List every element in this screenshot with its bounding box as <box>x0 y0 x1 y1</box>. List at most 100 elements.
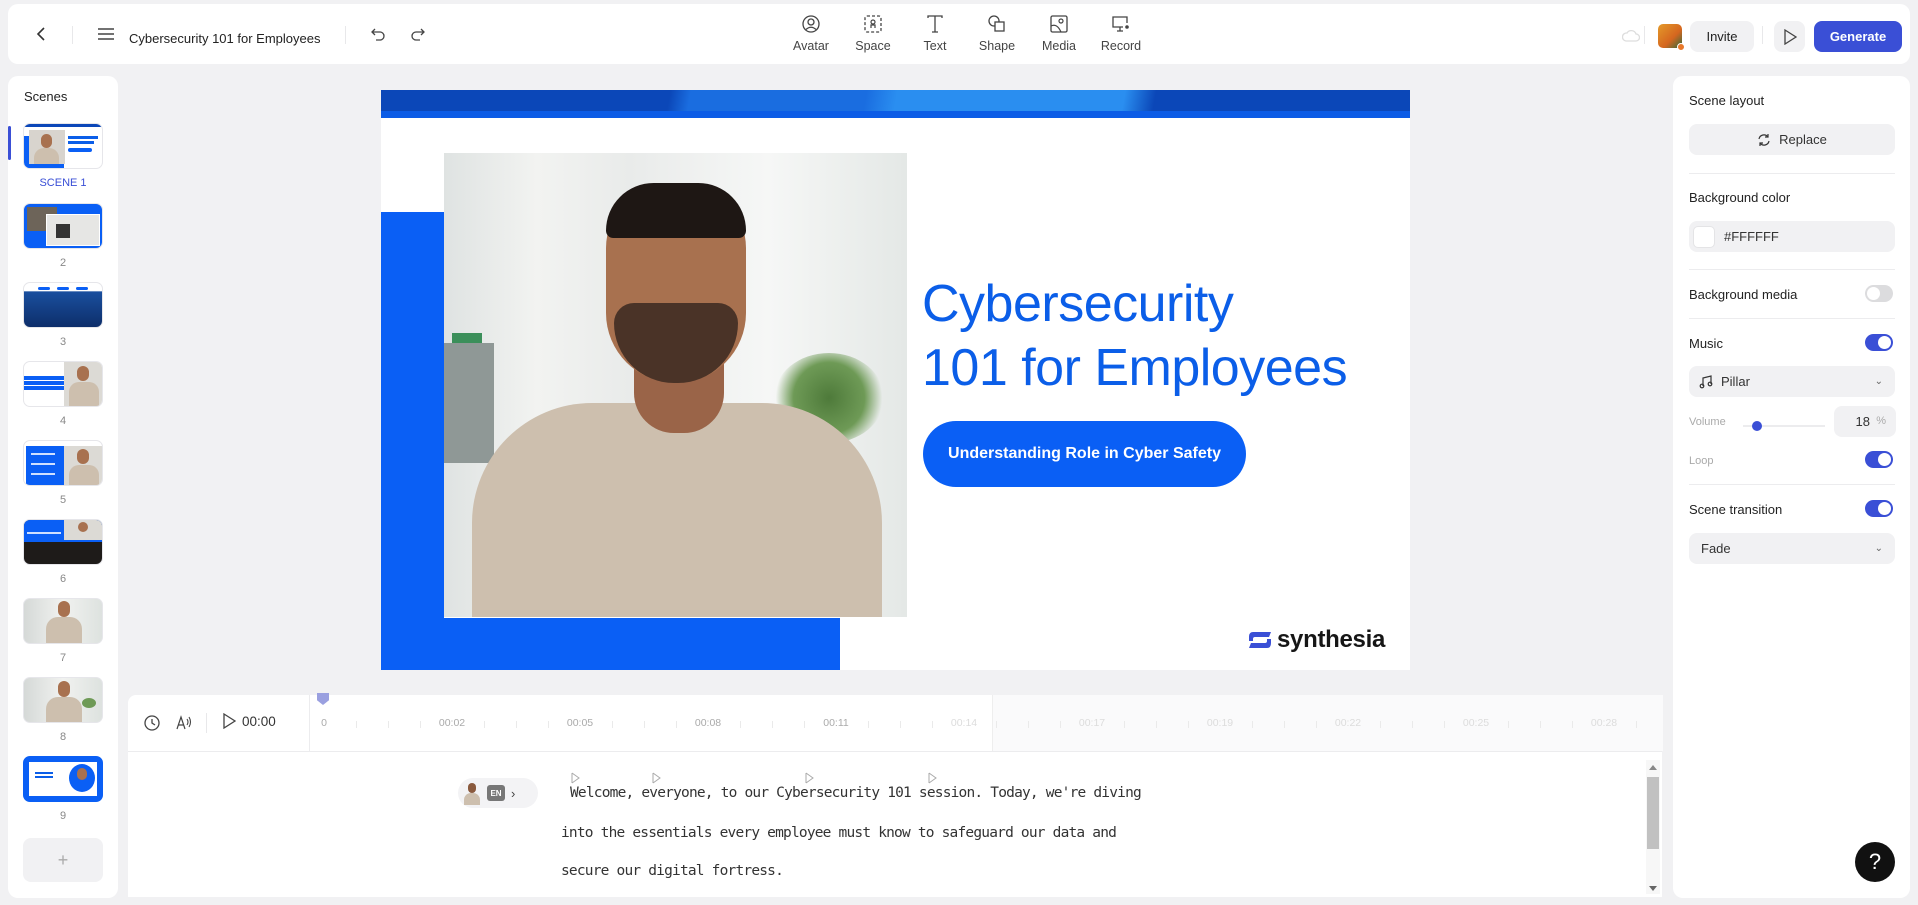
avatar-presenter[interactable] <box>444 153 907 617</box>
background-media-toggle[interactable] <box>1865 285 1893 302</box>
music-toggle[interactable] <box>1865 334 1893 351</box>
scene-item-7[interactable]: 7 <box>23 598 103 664</box>
scene-item-5[interactable]: 5 <box>23 440 103 506</box>
timeline-tick-label: 00:02 <box>438 717 466 729</box>
pause-marker-icon[interactable] <box>928 772 938 784</box>
pause-marker-icon[interactable] <box>805 772 815 784</box>
clock-icon[interactable] <box>143 714 161 732</box>
scene-item-2[interactable]: 2 <box>23 203 103 269</box>
pause-marker-icon[interactable] <box>652 772 662 784</box>
tool-record[interactable]: Record <box>1090 14 1152 60</box>
scene-label: 8 <box>59 731 67 743</box>
timeline-tick <box>1540 721 1541 728</box>
volume-slider-handle[interactable] <box>1751 421 1762 431</box>
scene-transition-toggle[interactable] <box>1865 500 1893 517</box>
scene-thumbnail <box>23 598 103 644</box>
script-line[interactable]: secure our digital fortress. <box>561 863 784 879</box>
scene-item-8[interactable]: 8 <box>23 677 103 743</box>
tool-space[interactable]: Space <box>842 14 904 60</box>
slide-subtitle-pill[interactable]: Understanding Role in Cyber Safety <box>923 421 1246 487</box>
tool-text[interactable]: Text <box>904 14 966 60</box>
chevron-left-icon <box>36 27 45 41</box>
timeline-tick <box>1572 721 1573 728</box>
loop-toggle[interactable] <box>1865 451 1893 468</box>
background-color-field[interactable]: #FFFFFF <box>1689 221 1895 252</box>
user-avatar[interactable] <box>1658 24 1685 51</box>
script-editor[interactable]: EN › Welcome, everyone, to our Cybersecu… <box>128 751 1662 897</box>
timeline-tick-label: 00:25 <box>1462 717 1490 729</box>
timeline-tick <box>1060 721 1061 728</box>
timeline-tick <box>1316 721 1317 728</box>
scene-item-4[interactable]: 4 <box>23 361 103 427</box>
add-scene-button[interactable]: + <box>23 838 103 882</box>
scene-thumbnail <box>23 203 103 249</box>
timeline-track[interactable]: 0 00:02 00:05 00:08 00:11 00:14 00:17 00:19 00:2… <box>309 693 1663 751</box>
play-icon <box>1783 28 1797 45</box>
top-bar: Cybersecurity 101 for Employees Avatar S… <box>8 4 1910 64</box>
invite-button[interactable]: Invite <box>1690 21 1754 52</box>
slide-title[interactable]: Cybersecurity 101 for Employees <box>922 272 1348 400</box>
timeline-tick <box>1156 721 1157 728</box>
scene-layout-label: Scene layout <box>1689 93 1765 108</box>
avatar-icon <box>802 15 820 33</box>
timeline-tick <box>548 721 549 728</box>
tool-avatar[interactable]: Avatar <box>780 14 842 60</box>
scene-item-6[interactable]: 6 <box>23 519 103 585</box>
color-swatch[interactable] <box>1693 225 1715 248</box>
divider <box>1689 173 1895 174</box>
timeline-tick <box>612 721 613 728</box>
synthesia-logo[interactable]: synthesia <box>1247 626 1385 654</box>
scrollbar-thumb[interactable] <box>1647 777 1659 849</box>
script-line[interactable]: into the essentials every employee must … <box>561 825 1117 841</box>
document-title[interactable]: Cybersecurity 101 for Employees <box>129 31 320 46</box>
menu-button[interactable] <box>94 22 118 46</box>
scene-item-3[interactable]: 3 <box>23 282 103 348</box>
transition-select[interactable]: Fade ⌄ <box>1689 533 1895 564</box>
timeline-play-button[interactable]: 00:00 <box>222 713 276 729</box>
chevron-down-icon: ⌄ <box>1874 376 1883 387</box>
music-track-select[interactable]: Pillar ⌄ <box>1689 366 1895 397</box>
divider <box>1644 26 1645 44</box>
tool-shape[interactable]: Shape <box>966 14 1028 60</box>
scene-canvas[interactable]: Cybersecurity 101 for Employees Understa… <box>381 90 1410 670</box>
tool-media[interactable]: Media <box>1028 14 1090 60</box>
timeline-tick <box>388 721 389 728</box>
scene-item-1[interactable]: SCENE 1 <box>23 123 103 189</box>
script-scrollbar[interactable] <box>1646 760 1660 894</box>
scroll-down-arrow-icon[interactable] <box>1649 886 1657 891</box>
volume-label: Volume <box>1689 416 1726 428</box>
volume-input[interactable]: 18 % <box>1834 406 1896 437</box>
scroll-up-arrow-icon[interactable] <box>1649 765 1657 770</box>
timeline-tick-label: 00:19 <box>1206 717 1234 729</box>
script-line[interactable]: Welcome, everyone, to our Cybersecurity … <box>570 785 1142 801</box>
scene-item-9[interactable]: 9 <box>23 756 103 822</box>
back-button[interactable] <box>30 22 54 46</box>
preview-play-button[interactable] <box>1774 21 1805 52</box>
timeline-tick <box>356 721 357 728</box>
timeline-tick-label: 00:14 <box>950 717 978 729</box>
timeline-tick <box>1252 721 1253 728</box>
scene-label: 2 <box>59 257 67 269</box>
divider <box>1689 318 1895 319</box>
help-button[interactable]: ? <box>1855 842 1895 882</box>
space-icon <box>864 15 882 33</box>
redo-icon <box>411 28 425 41</box>
transition-value: Fade <box>1701 541 1731 556</box>
properties-panel: Scene layout Replace Background color #F… <box>1673 76 1910 898</box>
generate-button[interactable]: Generate <box>1814 21 1902 52</box>
timeline-tick-label: 0 <box>321 717 327 729</box>
voice-icon[interactable] <box>175 714 193 732</box>
text-icon <box>927 15 943 33</box>
volume-unit: % <box>1876 415 1886 427</box>
replace-layout-button[interactable]: Replace <box>1689 124 1895 155</box>
play-icon <box>223 713 236 729</box>
redo-button[interactable] <box>406 22 430 46</box>
avatar-language-chip[interactable]: EN › <box>458 778 538 808</box>
undo-button[interactable] <box>366 22 390 46</box>
volume-slider[interactable] <box>1743 420 1825 432</box>
hamburger-menu-icon <box>98 28 114 40</box>
scene-thumbnail <box>23 282 103 328</box>
scenes-sidebar: Scenes SCENE 1 2 3 4 5 6 7 8 9 + <box>8 76 118 898</box>
pause-marker-icon[interactable] <box>571 772 581 784</box>
timeline-tick <box>868 721 869 728</box>
